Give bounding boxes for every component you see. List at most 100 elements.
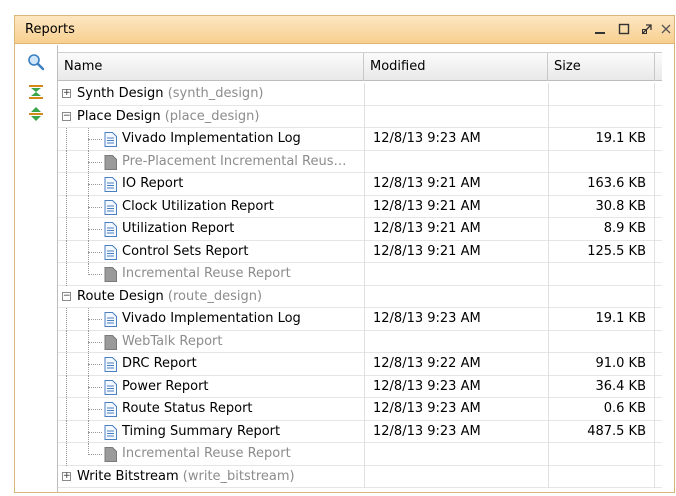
tree-leaf-row[interactable]: Clock Utilization Report 12/8/13 9:21 AM 3… — [58, 195, 662, 218]
group-title: Write Bitstream — [77, 468, 179, 484]
name-cell: Pre-Placement Incremental Reus… — [58, 150, 364, 173]
report-name: Clock Utilization Report — [122, 198, 274, 214]
tree-connector — [66, 353, 67, 376]
tree-leaf-row[interactable]: Incremental Reuse Report — [58, 263, 662, 286]
modified-cell: 12/8/13 9:23 AM — [364, 420, 548, 443]
tree-connector — [88, 229, 102, 230]
size-cell — [548, 443, 655, 466]
tree-leaf-row[interactable]: Vivado Implementation Log 12/8/13 9:23 AM… — [58, 308, 662, 331]
group-run-name: (synth_design) — [167, 86, 264, 101]
group-run-name: (place_design) — [164, 108, 260, 124]
column-header-size[interactable]: Size — [548, 53, 655, 81]
size-cell: 91.0 KB — [548, 353, 655, 376]
file-disabled-icon — [104, 154, 117, 170]
tree-leaf-row[interactable]: Power Report 12/8/13 9:23 AM 36.4 KB — [58, 375, 662, 398]
group-title: Synth Design — [77, 86, 164, 101]
modified-cell — [364, 285, 548, 308]
report-name: Timing Summary Report — [122, 423, 281, 439]
name-cell: Clock Utilization Report — [58, 195, 364, 218]
report-name: Incremental Reuse Report — [122, 446, 291, 461]
tree-group-row[interactable]: + Write Bitstream (write_bitstream) — [58, 465, 662, 488]
tree-leaf-row[interactable]: Pre-Placement Incremental Reus… — [58, 150, 662, 173]
size-cell — [548, 263, 655, 286]
name-cell: Vivado Implementation Log — [58, 128, 364, 151]
collapse-toggle-icon[interactable]: − — [62, 291, 71, 301]
column-header-modified[interactable]: Modified — [364, 53, 548, 81]
name-cell: WebTalk Report — [58, 330, 364, 353]
file-disabled-icon — [104, 447, 117, 462]
tree-leaf-row[interactable]: Incremental Reuse Report — [58, 443, 662, 466]
report-name: Pre-Placement Incremental Reus… — [122, 153, 347, 169]
modified-cell: 12/8/13 9:21 AM — [364, 173, 548, 196]
tree-leaf-row[interactable]: Control Sets Report 12/8/13 9:21 AM 125.5 … — [58, 240, 662, 263]
size-cell — [548, 330, 655, 353]
size-cell: 0.6 KB — [548, 398, 655, 421]
tree-connector — [88, 319, 102, 320]
size-cell: 8.9 KB — [548, 218, 655, 241]
size-cell: 163.6 KB — [548, 173, 655, 196]
size-cell: 19.1 KB — [548, 308, 655, 331]
name-cell: Utilization Report — [58, 218, 364, 241]
size-cell: 36.4 KB — [548, 375, 655, 398]
modified-cell — [364, 83, 548, 106]
name-cell: DRC Report — [58, 353, 364, 376]
tree-connector — [88, 161, 102, 163]
file-report-icon — [104, 244, 117, 260]
tree-connector — [66, 128, 67, 151]
expand-toggle-icon[interactable]: + — [62, 471, 71, 481]
modified-cell — [364, 263, 548, 286]
file-disabled-icon — [104, 334, 117, 350]
maximize-icon[interactable] — [613, 19, 635, 39]
size-cell — [548, 83, 655, 106]
collapse-all-icon[interactable] — [26, 82, 46, 102]
reports-tree[interactable]: Name Modified Size + Synth Design (synth_… — [57, 45, 662, 492]
column-header-name[interactable]: Name — [58, 53, 364, 81]
modified-cell — [364, 443, 548, 466]
group-run-name: (write_bitstream) — [182, 468, 295, 484]
close-icon[interactable] — [655, 19, 674, 39]
collapse-toggle-icon[interactable]: − — [62, 111, 71, 121]
size-cell: 125.5 KB — [548, 240, 655, 263]
tree-leaf-row[interactable]: Utilization Report 12/8/13 9:21 AM 8.9 KB — [58, 218, 662, 241]
tree-connector — [88, 364, 102, 365]
tree-connector — [88, 251, 102, 253]
tree-leaf-row[interactable]: Route Status Report 12/8/13 9:23 AM 0.6 KB — [58, 398, 662, 421]
tree-connector — [88, 409, 102, 410]
modified-cell — [364, 330, 548, 353]
modified-cell: 12/8/13 9:21 AM — [364, 240, 548, 263]
tree-group-row[interactable]: − Route Design (route_design) — [58, 285, 662, 309]
expand-toggle-icon[interactable]: + — [62, 89, 71, 98]
expand-all-icon[interactable] — [26, 104, 46, 124]
tree-group-row[interactable]: − Place Design (place_design) — [58, 105, 662, 128]
panel-titlebar[interactable]: Reports — [15, 16, 674, 44]
tree-connector — [66, 263, 67, 286]
tree-leaf-row[interactable]: WebTalk Report — [58, 330, 662, 353]
name-cell: − Route Design (route_design) — [58, 286, 364, 309]
search-icon[interactable] — [26, 52, 46, 72]
group-title: Route Design — [77, 288, 164, 304]
report-name: Incremental Reuse Report — [122, 266, 291, 281]
tree-connector — [88, 454, 102, 455]
tree-leaf-row[interactable]: Timing Summary Report 12/8/13 9:23 AM 487.… — [58, 420, 662, 443]
file-report-icon — [104, 424, 117, 440]
tree-leaf-row[interactable]: DRC Report 12/8/13 9:22 AM 91.0 KB — [58, 353, 662, 376]
modified-cell — [364, 105, 548, 128]
tree-group-row[interactable]: + Synth Design (synth_design) — [58, 83, 662, 106]
tree-connector — [66, 173, 67, 196]
tree-connector — [66, 443, 67, 466]
modified-cell: 12/8/13 9:23 AM — [364, 375, 548, 398]
size-cell — [548, 465, 655, 488]
size-cell — [548, 105, 655, 128]
tree-connector — [88, 139, 102, 140]
name-cell: Route Status Report — [58, 398, 364, 421]
tree-leaf-row[interactable]: Vivado Implementation Log 12/8/13 9:23 AM… — [58, 128, 662, 151]
minimize-icon[interactable] — [589, 19, 611, 39]
modified-cell: 12/8/13 9:23 AM — [364, 308, 548, 331]
tree-connector — [66, 218, 67, 241]
tree-connector — [66, 330, 67, 353]
file-report-icon — [104, 379, 117, 395]
file-report-icon — [104, 222, 117, 237]
tree-leaf-row[interactable]: IO Report 12/8/13 9:21 AM 163.6 KB — [58, 173, 662, 196]
report-name: Control Sets Report — [122, 243, 249, 259]
report-name: Power Report — [122, 378, 209, 394]
